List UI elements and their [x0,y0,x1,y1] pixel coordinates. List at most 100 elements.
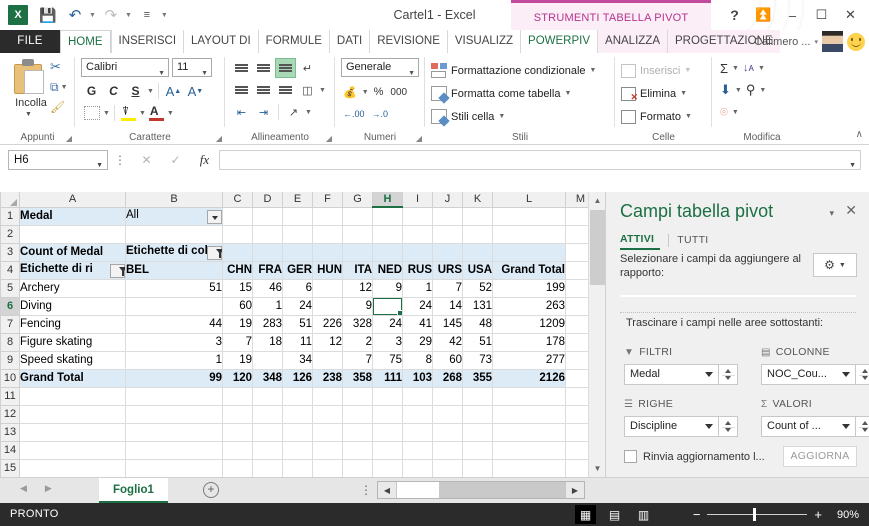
cell-h3[interactable] [372,243,403,262]
copy-button[interactable]: ⧉ ▼ [48,77,76,97]
number-format-input[interactable]: Generale ▼ [341,58,419,77]
cell-k3[interactable] [462,243,493,262]
cell-a13[interactable] [19,423,126,442]
cell-f6[interactable] [312,297,343,316]
font-color-button[interactable]: A [147,103,166,123]
cell-e14[interactable] [282,441,313,460]
cell-d15[interactable] [252,459,283,477]
cell-g11[interactable] [342,387,373,406]
cell-a5[interactable]: Archery [19,279,126,298]
cell-h7[interactable]: 24 [372,315,403,334]
confirm-edit-button[interactable]: ✓ [161,149,190,171]
italic-button[interactable]: C [103,81,124,101]
cell-b15[interactable] [125,459,223,477]
cell-i2[interactable] [402,225,433,244]
filter-dropdown-icon[interactable] [207,209,222,224]
cell-j11[interactable] [432,387,463,406]
row-header-12[interactable]: 12 [0,404,20,424]
cell-a11[interactable] [19,387,126,406]
cell-c4[interactable]: CHN [222,261,253,280]
cell-g8[interactable]: 2 [342,333,373,352]
cell-j7[interactable]: 145 [432,315,463,334]
cell-l13[interactable] [492,423,566,442]
cell-a7[interactable]: Fencing [19,315,126,334]
tab-tutti[interactable]: TUTTI [677,232,718,249]
row-header-14[interactable]: 14 [0,440,20,460]
cell-d11[interactable] [252,387,283,406]
cell-k10[interactable]: 355 [462,369,493,388]
format-as-table-button[interactable]: Formatta come tabella ▼ [431,83,571,104]
increase-decimal-button[interactable]: ←.00 [341,104,367,124]
delete-cells-button[interactable]: ✕ Elimina ▼ [621,83,687,104]
sheet-bar-menu-icon[interactable]: ⋮ [360,483,372,497]
cell-i14[interactable] [402,441,433,460]
align-middle-button[interactable] [253,58,274,78]
pivot-pane-tools-button[interactable]: ⚙ ▼ [813,253,857,277]
cell-i10[interactable]: 103 [402,369,433,388]
wrap-text-button[interactable]: ↵ [297,58,318,78]
next-sheet-icon[interactable]: ▶ [45,483,52,494]
scroll-left-icon[interactable]: ◀ [378,482,396,498]
grid-vertical-scrollbar[interactable]: ▲ ▼ [588,192,606,477]
cell-b6[interactable] [125,297,223,316]
close-button[interactable]: ✕ [836,3,865,27]
merge-caret-icon[interactable]: ▼ [319,87,326,94]
cell-c11[interactable] [222,387,253,406]
scroll-right-icon[interactable]: ▶ [566,482,584,498]
cell-e13[interactable] [282,423,313,442]
cell-e12[interactable] [282,405,313,424]
format-cells-caret-icon[interactable]: ▼ [685,113,692,120]
zoom-slider-thumb[interactable] [753,508,757,521]
rows-spinner[interactable] [719,416,738,437]
cell-e11[interactable] [282,387,313,406]
cell-e8[interactable]: 11 [282,333,313,352]
cell-j6[interactable]: 14 [432,297,463,316]
column-labels-filter-icon[interactable] [207,245,222,260]
sheet-tab-foglio1[interactable]: Foglio1 [99,478,168,503]
cell-k9[interactable]: 73 [462,351,493,370]
cell-j15[interactable] [432,459,463,477]
cell-b12[interactable] [125,405,223,424]
horizontal-scrollbar[interactable]: ◀ ▶ [377,481,585,499]
cell-j1[interactable] [432,207,463,226]
cell-b5[interactable]: 51 [125,279,223,298]
grow-font-button[interactable]: A ▲ [163,81,184,101]
cell-i1[interactable] [402,207,433,226]
cell-e2[interactable] [282,225,313,244]
row-header-6[interactable]: 6 [0,296,20,316]
align-left-button[interactable] [231,80,252,100]
clear-caret-icon[interactable]: ▼ [732,109,739,116]
chevron-down-icon[interactable] [705,424,713,429]
underline-button[interactable]: S [125,81,146,101]
cell-g1[interactable] [342,207,373,226]
worksheet-grid[interactable]: A B C D E F G H I J K L M 1 Medal All 2 … [0,192,605,477]
cell-l7[interactable]: 1209 [492,315,566,334]
cell-i6[interactable]: 24 [402,297,433,316]
cell-j9[interactable]: 60 [432,351,463,370]
orientation-button[interactable]: ↗ [283,102,304,122]
cell-h4[interactable]: NED [372,261,403,280]
cell-g14[interactable] [342,441,373,460]
cell-h6[interactable] [372,297,403,316]
ribbon-display-options-icon[interactable]: ⏫ [749,3,778,27]
cell-l1[interactable] [492,207,566,226]
cell-i9[interactable]: 8 [402,351,433,370]
row-header-8[interactable]: 8 [0,332,20,352]
cell-c12[interactable] [222,405,253,424]
cell-c9[interactable]: 19 [222,351,253,370]
accounting-format-button[interactable]: 💰 [341,82,359,102]
row-labels-filter-icon[interactable] [110,263,125,278]
scroll-up-icon[interactable]: ▲ [589,192,606,209]
cell-h10[interactable]: 111 [372,369,403,388]
cell-a15[interactable] [19,459,126,477]
cell-j3[interactable] [432,243,463,262]
align-right-button[interactable] [275,80,296,100]
normal-view-icon[interactable]: ▦ [575,505,596,524]
cell-c1[interactable] [222,207,253,226]
font-size-caret-icon[interactable]: ▼ [201,65,208,82]
increase-indent-button[interactable]: ⇥ [253,102,274,122]
cell-c14[interactable] [222,441,253,460]
cell-f9[interactable] [312,351,343,370]
avatar[interactable] [822,31,843,52]
cell-j10[interactable]: 268 [432,369,463,388]
